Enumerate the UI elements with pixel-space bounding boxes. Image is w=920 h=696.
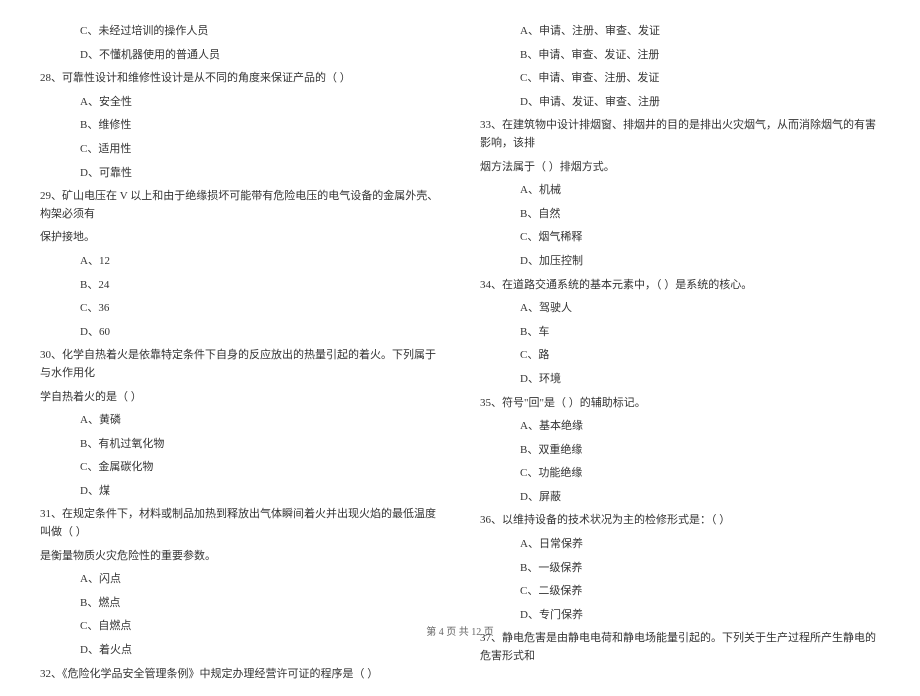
q29-option-b: B、24 xyxy=(40,274,440,298)
q31-text-cont: 是衡量物质火灾危险性的重要参数。 xyxy=(40,545,440,569)
page-footer: 第 4 页 共 12 页 xyxy=(0,623,920,638)
right-column: A、申请、注册、审查、发证 B、申请、审查、发证、注册 C、申请、审查、注册、发… xyxy=(480,20,880,686)
q33-option-d: D、加压控制 xyxy=(480,250,880,274)
q33-text: 33、在建筑物中设计排烟窗、排烟井的目的是排出火灾烟气，从而消除烟气的有害影响，… xyxy=(480,114,880,155)
q31-option-a: A、闪点 xyxy=(40,568,440,592)
q35-option-c: C、功能绝缘 xyxy=(480,462,880,486)
q28-text: 28、可靠性设计和维修性设计是从不同的角度来保证产品的（ ） xyxy=(40,67,440,91)
q29-option-c: C、36 xyxy=(40,297,440,321)
q33-option-b: B、自然 xyxy=(480,203,880,227)
q27-option-c: C、未经过培训的操作人员 xyxy=(40,20,440,44)
q28-option-a: A、安全性 xyxy=(40,91,440,115)
q28-option-c: C、适用性 xyxy=(40,138,440,162)
q28-option-d: D、可靠性 xyxy=(40,162,440,186)
q34-option-c: C、路 xyxy=(480,344,880,368)
q36-option-a: A、日常保养 xyxy=(480,533,880,557)
q36-option-c: C、二级保养 xyxy=(480,580,880,604)
q35-text: 35、符号"回"是（ ）的辅助标记。 xyxy=(480,392,880,416)
q29-option-d: D、60 xyxy=(40,321,440,345)
q33-option-c: C、烟气稀释 xyxy=(480,226,880,250)
q32-option-c: C、申请、审查、注册、发证 xyxy=(480,67,880,91)
q32-option-d: D、申请、发证、审查、注册 xyxy=(480,91,880,115)
q33-text-cont: 烟方法属于（ ）排烟方式。 xyxy=(480,156,880,180)
q35-option-d: D、屏蔽 xyxy=(480,486,880,510)
q36-text: 36、以维持设备的技术状况为主的检修形式是：（ ） xyxy=(480,509,880,533)
q27-option-d: D、不懂机器使用的普通人员 xyxy=(40,44,440,68)
q33-option-a: A、机械 xyxy=(480,179,880,203)
q30-option-d: D、煤 xyxy=(40,480,440,504)
left-column: C、未经过培训的操作人员 D、不懂机器使用的普通人员 28、可靠性设计和维修性设… xyxy=(40,20,440,686)
q30-option-b: B、有机过氧化物 xyxy=(40,433,440,457)
q36-option-b: B、一级保养 xyxy=(480,557,880,581)
q30-text-cont: 学自热着火的是（ ） xyxy=(40,386,440,410)
q32-option-a: A、申请、注册、审查、发证 xyxy=(480,20,880,44)
q35-option-b: B、双重绝缘 xyxy=(480,439,880,463)
q28-option-b: B、维修性 xyxy=(40,114,440,138)
q34-text: 34、在道路交通系统的基本元素中，（ ）是系统的核心。 xyxy=(480,274,880,298)
q30-option-c: C、金属碳化物 xyxy=(40,456,440,480)
q32-option-b: B、申请、审查、发证、注册 xyxy=(480,44,880,68)
q34-option-d: D、环境 xyxy=(480,368,880,392)
q35-option-a: A、基本绝缘 xyxy=(480,415,880,439)
q32-text: 32、《危险化学品安全管理条例》中规定办理经营许可证的程序是（ ） xyxy=(40,663,440,687)
q34-option-a: A、驾驶人 xyxy=(480,297,880,321)
q29-option-a: A、12 xyxy=(40,250,440,274)
q31-option-d: D、着火点 xyxy=(40,639,440,663)
q31-text: 31、在规定条件下，材料或制品加热到释放出气体瞬间着火并出现火焰的最低温度叫做（… xyxy=(40,503,440,544)
q29-text-cont: 保护接地。 xyxy=(40,226,440,250)
q34-option-b: B、车 xyxy=(480,321,880,345)
page-container: C、未经过培训的操作人员 D、不懂机器使用的普通人员 28、可靠性设计和维修性设… xyxy=(0,0,920,696)
q31-option-b: B、燃点 xyxy=(40,592,440,616)
q30-option-a: A、黄磷 xyxy=(40,409,440,433)
q29-text: 29、矿山电压在 V 以上和由于绝缘损坏可能带有危险电压的电气设备的金属外壳、构… xyxy=(40,185,440,226)
q30-text: 30、化学自热着火是依靠特定条件下自身的反应放出的热量引起的着火。下列属于与水作… xyxy=(40,344,440,385)
